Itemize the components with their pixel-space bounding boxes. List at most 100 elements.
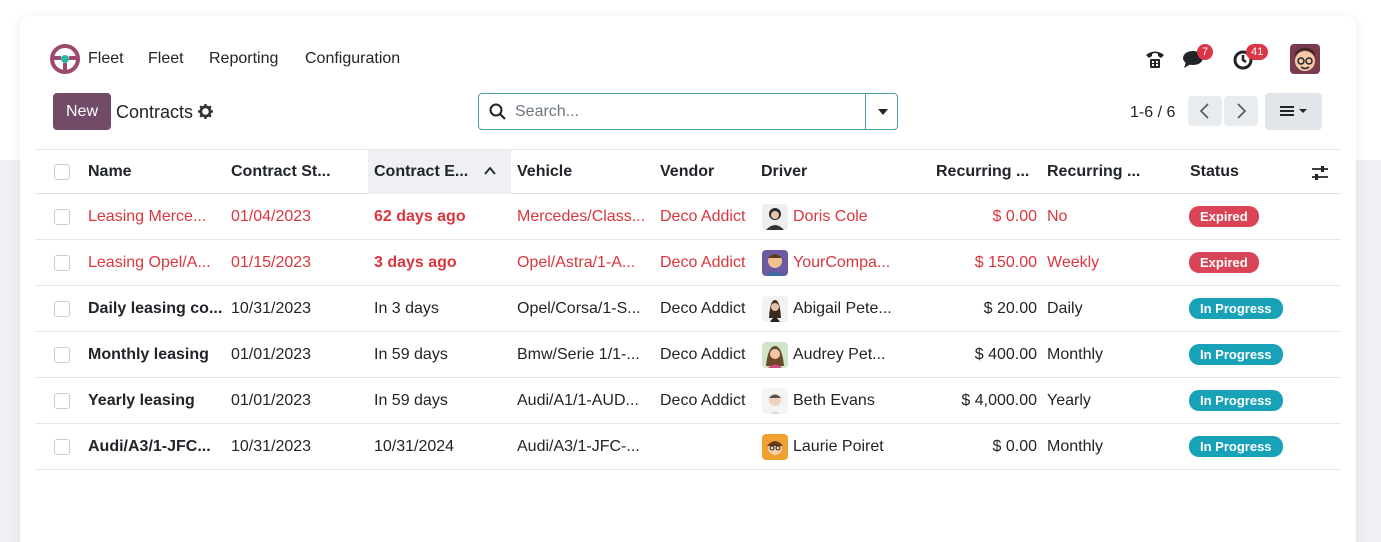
cell-contract-start: 01/01/2023 [231, 392, 312, 409]
row-checkbox[interactable] [54, 347, 70, 363]
cell-contract-end: 3 days ago [374, 254, 457, 271]
cell-contract-start: 01/01/2023 [231, 346, 312, 363]
top-navbar: Fleet Fleet Reporting Configuration 7 41 [20, 40, 1356, 80]
col-contract-start[interactable]: Contract St... [231, 163, 331, 181]
cell-recurring-frequency: Monthly [1047, 346, 1104, 363]
table-row[interactable]: Leasing Opel/A... 01/15/2023 3 days ago Ope… [35, 240, 1341, 286]
cell-contract-end: In 3 days [374, 300, 439, 317]
cell-recurring-frequency: Monthly [1047, 438, 1104, 455]
cell-name: Leasing Opel/A... [88, 254, 211, 271]
cell-vendor: Deco Addict [660, 392, 746, 409]
cell-name: Audi/A3/1-JFC... [88, 438, 211, 455]
cell-contract-start: 10/31/2023 [231, 300, 312, 317]
cell-vehicle: Audi/A1/1-AUD... [517, 392, 639, 409]
cell-contract-end: 10/31/2024 [374, 438, 455, 455]
gear-icon[interactable] [198, 104, 213, 119]
pager-previous-button[interactable] [1188, 96, 1222, 126]
table-header: Name Contract St... Contract E... Vehicl… [35, 149, 1341, 194]
search-bar [478, 93, 898, 130]
view-switcher-button[interactable] [1265, 93, 1322, 130]
menu-configuration[interactable]: Configuration [305, 50, 400, 68]
cell-contract-end: 62 days ago [374, 208, 466, 225]
col-name[interactable]: Name [88, 163, 132, 181]
search-icon [489, 103, 506, 120]
activities-badge: 41 [1246, 44, 1269, 60]
page-title: Contracts [116, 102, 194, 122]
col-recurring-cost[interactable]: Recurring ... [936, 163, 1029, 181]
pager-next-button[interactable] [1224, 96, 1258, 126]
status-badge: In Progress [1189, 344, 1283, 365]
driver-avatar [762, 434, 788, 460]
table-row[interactable]: Daily leasing co... 10/31/2023 In 3 days Op… [35, 286, 1341, 332]
driver-avatar [762, 296, 788, 322]
cell-driver: Abigail Pete... [793, 300, 892, 317]
chevron-right-icon [1237, 103, 1247, 119]
table-row[interactable]: Yearly leasing 01/01/2023 In 59 days Audi/A… [35, 378, 1341, 424]
col-status[interactable]: Status [1190, 163, 1239, 181]
cell-vehicle: Bmw/Serie 1/1-... [517, 346, 640, 363]
row-checkbox[interactable] [54, 301, 70, 317]
new-button[interactable]: New [53, 93, 111, 130]
cell-recurring-cost: $ 20.00 [983, 300, 1037, 317]
cell-contract-start: 10/31/2023 [231, 438, 312, 455]
menu-fleet[interactable]: Fleet [148, 50, 184, 68]
column-settings-icon[interactable] [1311, 165, 1329, 181]
cell-driver: Beth Evans [793, 392, 875, 409]
cell-vehicle: Opel/Astra/1-A... [517, 254, 636, 271]
status-badge: Expired [1189, 206, 1259, 227]
search-options-toggle[interactable] [865, 94, 898, 129]
fleet-logo-icon[interactable] [50, 44, 80, 74]
table-row[interactable]: Audi/A3/1-JFC... 10/31/2023 10/31/2024 Audi… [35, 424, 1341, 470]
search-input[interactable] [515, 100, 855, 124]
row-checkbox[interactable] [54, 209, 70, 225]
cell-contract-end: In 59 days [374, 346, 448, 363]
app-name[interactable]: Fleet [88, 50, 124, 68]
col-recurring-frequency[interactable]: Recurring ... [1047, 163, 1140, 181]
status-badge: Expired [1189, 252, 1259, 273]
cell-vehicle: Audi/A3/1-JFC-... [517, 438, 640, 455]
cell-contract-end: In 59 days [374, 392, 448, 409]
pager-value[interactable]: 1-6 / 6 [1130, 104, 1175, 122]
row-checkbox[interactable] [54, 393, 70, 409]
col-contract-end[interactable]: Contract E... [374, 163, 468, 181]
chevron-left-icon [1199, 103, 1209, 119]
chevron-down-icon [878, 109, 888, 115]
cell-name: Leasing Merce... [88, 208, 207, 225]
phone-icon[interactable] [1144, 48, 1166, 70]
cell-name: Monthly leasing [88, 346, 209, 363]
status-badge: In Progress [1189, 436, 1283, 457]
cell-recurring-cost: $ 0.00 [992, 208, 1037, 225]
menu-reporting[interactable]: Reporting [209, 50, 278, 68]
col-vehicle[interactable]: Vehicle [517, 163, 572, 181]
cell-recurring-frequency: No [1047, 208, 1068, 225]
status-badge: In Progress [1189, 298, 1283, 319]
cell-vendor: Deco Addict [660, 254, 746, 271]
cell-driver: Laurie Poiret [793, 438, 884, 455]
select-all-checkbox[interactable] [54, 164, 70, 180]
sort-ascending-icon[interactable] [483, 165, 497, 177]
user-avatar[interactable] [1290, 44, 1320, 74]
driver-avatar [762, 342, 788, 368]
cell-recurring-cost: $ 400.00 [974, 346, 1037, 363]
row-checkbox[interactable] [54, 255, 70, 271]
cell-vendor: Deco Addict [660, 300, 746, 317]
row-checkbox[interactable] [54, 439, 70, 455]
cell-vendor: Deco Addict [660, 346, 746, 363]
messages-badge: 7 [1197, 44, 1214, 60]
col-driver[interactable]: Driver [761, 163, 807, 181]
cell-contract-start: 01/04/2023 [231, 208, 312, 225]
driver-avatar [762, 388, 788, 414]
cell-vehicle: Mercedes/Class... [517, 208, 646, 225]
cell-name: Yearly leasing [88, 392, 195, 409]
col-vendor[interactable]: Vendor [660, 163, 714, 181]
main-card: Fleet Fleet Reporting Configuration 7 41 [20, 16, 1356, 542]
table-row[interactable]: Monthly leasing 01/01/2023 In 59 days Bmw/S… [35, 332, 1341, 378]
cell-contract-start: 01/15/2023 [231, 254, 312, 271]
cell-vehicle: Opel/Corsa/1-S... [517, 300, 641, 317]
table-row[interactable]: Leasing Merce... 01/04/2023 62 days ago Mer… [35, 194, 1341, 240]
cell-recurring-cost: $ 0.00 [992, 438, 1037, 455]
cell-vendor: Deco Addict [660, 208, 746, 225]
list-view-icon [1280, 106, 1307, 116]
cell-recurring-cost: $ 4,000.00 [961, 392, 1037, 409]
cell-recurring-frequency: Daily [1047, 300, 1083, 317]
